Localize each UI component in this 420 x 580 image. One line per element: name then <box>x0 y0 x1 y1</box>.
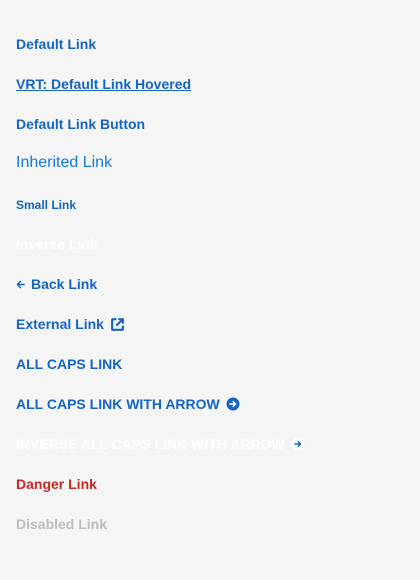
default-link-hovered[interactable]: VRT: Default Link Hovered <box>16 76 191 92</box>
row-all-caps-arrow-link: ALL CAPS LINK WITH ARROW <box>16 392 240 416</box>
external-link-icon <box>110 317 125 332</box>
all-caps-link[interactable]: ALL CAPS LINK <box>16 356 122 372</box>
default-link[interactable]: Default Link <box>16 36 96 52</box>
inverse-link[interactable]: Inverse Link <box>16 236 98 252</box>
row-inherited-link: Inherited Link <box>16 151 112 175</box>
row-all-caps-link: ALL CAPS LINK <box>16 352 122 376</box>
external-link[interactable]: External Link <box>16 316 125 332</box>
all-caps-link-with-arrow-label: ALL CAPS LINK WITH ARROW <box>16 396 220 412</box>
row-inverse-link: Inverse Link <box>16 232 98 256</box>
circle-arrow-right-icon <box>226 397 240 411</box>
circle-arrow-right-icon <box>291 437 305 451</box>
back-link[interactable]: Back Link <box>16 276 97 292</box>
row-disabled-link: Disabled Link <box>16 512 107 536</box>
row-small-link: Small Link <box>16 193 76 217</box>
default-link-button[interactable]: Default Link Button <box>16 116 145 132</box>
arrow-left-icon <box>16 280 25 289</box>
back-link-label: Back Link <box>31 276 98 292</box>
inverse-all-caps-link-with-arrow-label: INVERSE ALL CAPS LINK WITH ARROW <box>16 436 285 452</box>
all-caps-link-with-arrow[interactable]: ALL CAPS LINK WITH ARROW <box>16 396 240 412</box>
disabled-link[interactable]: Disabled Link <box>16 516 107 532</box>
row-inverse-caps-arrow-link: INVERSE ALL CAPS LINK WITH ARROW <box>16 432 305 456</box>
small-link[interactable]: Small Link <box>16 198 76 212</box>
inherited-link[interactable]: Inherited Link <box>16 154 112 172</box>
row-back-link: Back Link <box>16 272 97 296</box>
row-default-link: Default Link <box>16 32 96 56</box>
inverse-all-caps-link-with-arrow[interactable]: INVERSE ALL CAPS LINK WITH ARROW <box>16 436 305 452</box>
external-link-label: External Link <box>16 316 104 332</box>
row-external-link: External Link <box>16 312 125 336</box>
danger-link[interactable]: Danger Link <box>16 476 97 492</box>
row-hovered-link: VRT: Default Link Hovered <box>16 72 191 96</box>
row-link-button: Default Link Button <box>16 112 145 136</box>
row-danger-link: Danger Link <box>16 472 97 496</box>
